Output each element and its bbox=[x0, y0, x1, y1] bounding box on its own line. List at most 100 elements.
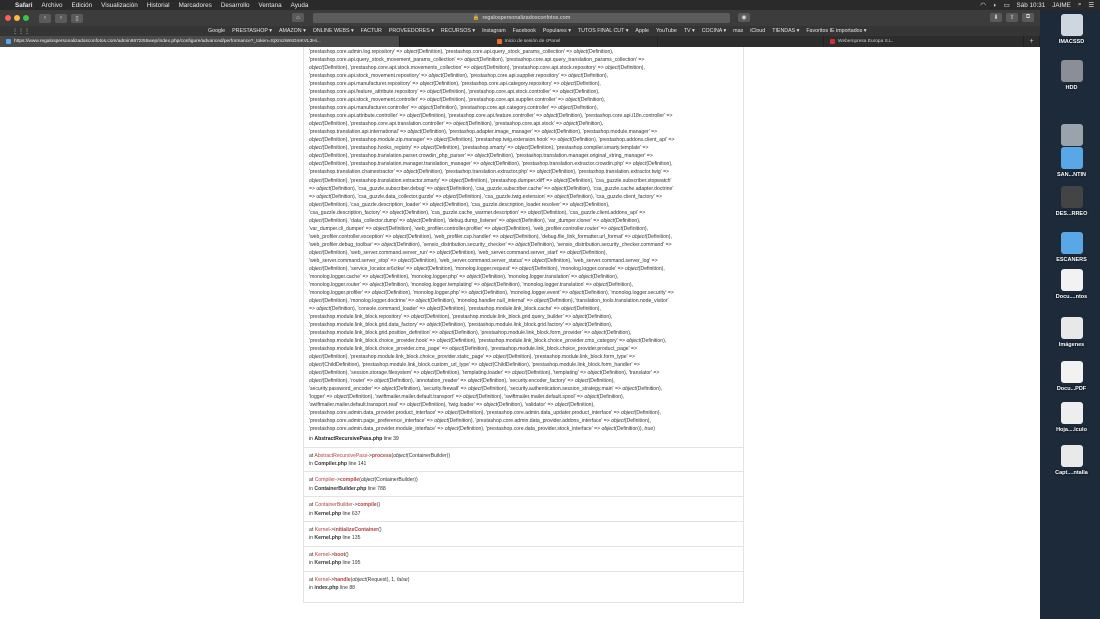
bookmark-prestashop[interactable]: PRESTASHOP ▾ bbox=[232, 28, 272, 34]
tab-cpanel[interactable]: Inicio de sesión de cPanel bbox=[400, 36, 658, 47]
extension-icon[interactable]: ◉ bbox=[738, 13, 750, 22]
address-bar[interactable]: 🔒 regalospersonalizadosconfotos.com bbox=[313, 13, 730, 23]
menu-item-desarrollo[interactable]: Desarrollo bbox=[221, 2, 250, 9]
tab-webempresa[interactable]: Webempresa Europa S.L. bbox=[824, 36, 1024, 47]
desktop-item[interactable]: Imágenes bbox=[1043, 317, 1100, 348]
zoom-window-icon[interactable] bbox=[23, 15, 29, 21]
desktop-item-label: SAN...NTIN bbox=[1056, 172, 1087, 178]
home-icon[interactable]: ⌂ bbox=[292, 13, 304, 22]
trace-arg-line: 'csa_guzzle.description_factory' => obje… bbox=[309, 209, 646, 216]
bookmark-mas[interactable]: mas bbox=[733, 28, 743, 34]
stack-frame: at Kernel->handle(object(Request), 1, fa… bbox=[304, 570, 743, 596]
desktop-item-label: Docu....ntos bbox=[1055, 294, 1088, 300]
speaker-drive-icon bbox=[1060, 186, 1083, 208]
grid-icon[interactable]: ⋮⋮⋮ bbox=[12, 28, 30, 35]
frame-class[interactable]: ContainerBuilder bbox=[315, 502, 353, 508]
bookmark-factur[interactable]: FACTUR bbox=[361, 28, 382, 34]
sidebar-icon[interactable]: ▯ bbox=[71, 13, 83, 23]
frame-file[interactable]: Kernel.php bbox=[314, 511, 341, 517]
desktop-item[interactable]: SAN...NTIN bbox=[1043, 147, 1100, 178]
minimize-window-icon[interactable] bbox=[14, 15, 20, 21]
desktop-item[interactable]: DES...RREO bbox=[1043, 186, 1100, 217]
battery-icon[interactable]: ▭ bbox=[1004, 2, 1010, 9]
frame-class[interactable]: Kernel bbox=[315, 552, 330, 558]
bookmark-tiendas[interactable]: TIENDAS ▾ bbox=[772, 28, 799, 34]
desktop-item[interactable]: HDD bbox=[1043, 60, 1100, 91]
frame-location: in Kernel.php line 135 bbox=[309, 535, 361, 542]
menu-item-visualizacion[interactable]: Visualización bbox=[101, 2, 138, 9]
download-icon[interactable]: ⬇ bbox=[990, 13, 1002, 22]
new-tab-button[interactable]: + bbox=[1024, 36, 1040, 47]
bookmark-online-webs[interactable]: ONLINE WEBS ▾ bbox=[313, 28, 354, 34]
frame-class[interactable]: Kernel bbox=[315, 577, 330, 583]
menu-clock[interactable]: Sáb 10:31 bbox=[1017, 2, 1046, 9]
close-window-icon[interactable] bbox=[5, 15, 11, 21]
bookmark-youtube[interactable]: YouTube bbox=[656, 28, 677, 34]
frame-file[interactable]: ContainerBuilder.php bbox=[314, 486, 366, 492]
search-icon[interactable]: ⌕ bbox=[1078, 1, 1082, 9]
trace-file[interactable]: AbstractRecursivePass.php bbox=[314, 436, 382, 442]
menu-user[interactable]: JAIME bbox=[1052, 2, 1071, 9]
list-icon[interactable]: ☰ bbox=[1088, 2, 1094, 9]
menu-item-archivo[interactable]: Archivo bbox=[42, 2, 63, 9]
desktop-item[interactable]: Hoja....lculo bbox=[1043, 402, 1100, 433]
menu-status-area: ◠ ◖ ▭ Sáb 10:31 JAIME ⌕ ☰ bbox=[980, 1, 1094, 9]
bookmark-tv[interactable]: TV ▾ bbox=[684, 28, 695, 34]
tab-bar: https://www.regalospersonalizadosconfoto… bbox=[0, 36, 1040, 47]
menu-item-marcadores[interactable]: Marcadores bbox=[179, 2, 212, 9]
trace-arg-line: object(Definition), 'prestashop.core.api… bbox=[309, 65, 645, 72]
stack-frame: at AbstractRecursivePass->process(object… bbox=[304, 446, 743, 472]
back-icon[interactable]: ‹ bbox=[39, 13, 51, 23]
trace-arg-line: 'web_server.command.server_stop' => obje… bbox=[309, 257, 658, 264]
frame-file[interactable]: Kernel.php bbox=[314, 535, 341, 541]
trace-arg-line: 'prestashop.module.link_block.grid.data_… bbox=[309, 322, 613, 329]
tab-admin-performance[interactable]: https://www.regalospersonalizadosconfoto… bbox=[0, 36, 400, 47]
bookmark-google[interactable]: Google bbox=[208, 28, 225, 34]
time-machine-drive-icon bbox=[1060, 124, 1083, 146]
forward-icon[interactable]: › bbox=[55, 13, 67, 23]
bookmark-instagram[interactable]: Instagram bbox=[482, 28, 506, 34]
bookmark-facebook[interactable]: Facebook bbox=[513, 28, 536, 34]
wifi-icon[interactable]: ◠ bbox=[980, 2, 986, 9]
desktop-item[interactable]: Docu....ntos bbox=[1043, 269, 1100, 300]
bookmark-favoritos-ie[interactable]: Favoritos IE importados ▾ bbox=[806, 28, 866, 34]
desktop-item[interactable]: Docu...PDF bbox=[1043, 361, 1100, 392]
trace-arg-line: object(Definition), 'csa_guzzle.descript… bbox=[309, 201, 610, 208]
bookmark-proveedores[interactable]: PROVEEDORES ▾ bbox=[389, 28, 434, 34]
bookmark-apple[interactable]: Apple bbox=[635, 28, 649, 34]
trace-arg-line: 'prestashop.core.api.attribute.controlle… bbox=[309, 113, 673, 120]
bookmark-populares[interactable]: Populares ▾ bbox=[543, 28, 571, 34]
trace-arguments: 'prestashop.core.admin.log.repository' =… bbox=[304, 47, 743, 434]
bookmark-cocina[interactable]: COCINA ▾ bbox=[702, 28, 726, 34]
desktop-item[interactable]: Capt....ntalla bbox=[1043, 445, 1100, 476]
tab-blank[interactable] bbox=[658, 36, 824, 47]
menu-item-historial[interactable]: Historial bbox=[147, 2, 170, 9]
volume-icon[interactable]: ◖ bbox=[993, 2, 997, 9]
bookmark-tutos-final-cut[interactable]: TUTOS FINAL CUT ▾ bbox=[578, 28, 629, 34]
menu-item-ayuda[interactable]: Ayuda bbox=[291, 2, 309, 9]
bookmarks-bar: ⋮⋮⋮ Google PRESTASHOP ▾ AMAZON ▾ ONLINE … bbox=[0, 26, 1040, 36]
menu-item-ventana[interactable]: Ventana bbox=[259, 2, 282, 9]
bookmark-icloud[interactable]: iCloud bbox=[750, 28, 765, 34]
bookmark-amazon[interactable]: AMAZON ▾ bbox=[279, 28, 306, 34]
frame-file[interactable]: Kernel.php bbox=[314, 560, 341, 566]
trace-arg-line: 'prestashop.translation.api.internationa… bbox=[309, 129, 658, 136]
frame-class[interactable]: Kernel bbox=[315, 527, 330, 533]
stack-frames: at AbstractRecursivePass->process(object… bbox=[304, 446, 743, 596]
desktop-item-label: Hoja....lculo bbox=[1056, 427, 1087, 433]
trace-arg-line: => object(Definition), 'csa_guzzle.subsc… bbox=[309, 185, 674, 192]
menu-app-name[interactable]: Safari bbox=[15, 2, 33, 9]
menu-item-edicion[interactable]: Edición bbox=[72, 2, 93, 9]
frame-file[interactable]: index.php bbox=[314, 585, 338, 591]
tabs-overview-icon[interactable]: ⧉ bbox=[1022, 13, 1034, 22]
bookmark-recursos[interactable]: RECURSOS ▾ bbox=[441, 28, 475, 34]
frame-function: compile bbox=[357, 502, 377, 509]
frame-class[interactable]: Compiler bbox=[315, 477, 335, 483]
frame-class[interactable]: AbstractRecursivePass bbox=[314, 453, 367, 459]
trace-arg-line: 'prestashop.core.api.manufacturer.reposi… bbox=[309, 81, 601, 88]
frame-file[interactable]: Compiler.php bbox=[314, 461, 347, 467]
share-icon[interactable]: ⇧ bbox=[1006, 13, 1018, 22]
trace-arg-line: object(Definition), 'web_server.command.… bbox=[309, 249, 607, 256]
desktop-item[interactable]: ESCANERS bbox=[1043, 232, 1100, 263]
desktop-item[interactable]: IMACSSD bbox=[1043, 14, 1100, 45]
